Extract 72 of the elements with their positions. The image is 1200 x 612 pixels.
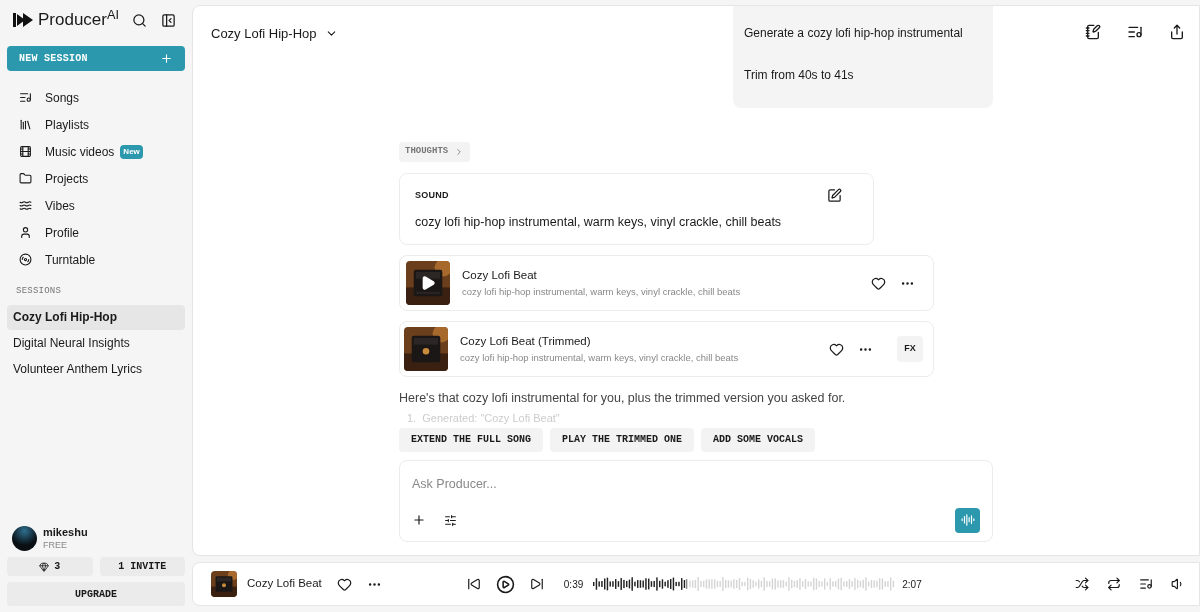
nav-icon bbox=[19, 253, 32, 266]
message-text: Generate a cozy lofi hip-hop instrumental bbox=[744, 25, 964, 42]
suggestion-chip[interactable]: ADD SOME VOCALS bbox=[701, 427, 816, 452]
nav-item[interactable]: Vibes bbox=[7, 192, 185, 219]
suggestion-chip[interactable]: PLAY THE TRIMMED ONE bbox=[550, 427, 695, 452]
notebook-icon[interactable] bbox=[1085, 24, 1101, 40]
plan-label: FREE bbox=[43, 539, 68, 551]
collapse-sidebar-button[interactable] bbox=[161, 12, 176, 28]
nav-item[interactable]: Songs bbox=[7, 84, 185, 111]
user-name: mikeshu bbox=[43, 526, 88, 539]
avatar bbox=[12, 526, 37, 551]
heart-icon[interactable] bbox=[829, 341, 844, 357]
search-button[interactable] bbox=[132, 12, 147, 28]
play-icon[interactable] bbox=[495, 574, 515, 594]
queue-icon[interactable] bbox=[1139, 577, 1153, 591]
shuffle-icon[interactable] bbox=[1075, 577, 1089, 591]
prompt-box[interactable]: Ask Producer... bbox=[399, 459, 993, 542]
nav-icon bbox=[19, 226, 32, 239]
sessions-heading: SESSIONS bbox=[15, 285, 62, 298]
nav-item[interactable]: Profile bbox=[7, 219, 185, 246]
sound-label: SOUND bbox=[415, 188, 449, 202]
nav-item[interactable]: Projects bbox=[7, 165, 185, 192]
session-title: Cozy Lofi Hip-Hop bbox=[211, 25, 317, 43]
waveform[interactable] bbox=[593, 574, 897, 594]
play-icon[interactable] bbox=[420, 275, 436, 291]
player-track-title: Cozy Lofi Beat bbox=[247, 576, 322, 592]
track-card[interactable]: Cozy Lofi Beat cozy lofi hip-hop instrumental, warm keys, vinyl crackle, chill beats bbox=[399, 255, 934, 311]
track-title: Cozy Lofi Beat bbox=[462, 268, 538, 284]
heart-icon[interactable] bbox=[336, 576, 352, 592]
nav-item[interactable]: Turntable bbox=[7, 246, 185, 273]
thoughts-toggle[interactable]: THOUGHTS bbox=[399, 142, 471, 162]
track-description: cozy lofi hip-hop instrumental, warm keys, vinyl crackle, chill beats bbox=[460, 350, 739, 365]
repeat-icon[interactable] bbox=[1107, 577, 1121, 591]
message-text: Trim from 40s to 41s bbox=[744, 67, 855, 84]
logo-icon bbox=[13, 13, 33, 27]
gem-icon bbox=[39, 561, 50, 572]
fx-button[interactable]: FX bbox=[897, 336, 923, 362]
nav-item[interactable]: Music videos New bbox=[7, 138, 185, 165]
queue-icon[interactable] bbox=[1127, 24, 1143, 40]
nav-icon bbox=[19, 91, 32, 104]
nav-item[interactable]: Playlists bbox=[7, 111, 185, 138]
plus-icon bbox=[160, 52, 173, 65]
suggestion-chip[interactable]: EXTEND THE FULL SONG bbox=[399, 427, 544, 452]
next-icon[interactable] bbox=[529, 577, 544, 591]
prompt-input[interactable]: Ask Producer... bbox=[412, 474, 980, 494]
reply-text: Here's that cozy lofi instrumental for you, plus the trimmed version you asked for. bbox=[399, 390, 847, 407]
new-badge: New bbox=[120, 144, 143, 159]
session-item[interactable]: Cozy Lofi Hip-Hop bbox=[7, 304, 185, 330]
logo: Producer$^{AI}$ bbox=[38, 7, 120, 32]
nav-icon bbox=[19, 118, 32, 131]
heart-icon[interactable] bbox=[871, 275, 886, 291]
audio-wave-icon bbox=[960, 513, 975, 528]
voice-button[interactable] bbox=[955, 507, 980, 533]
session-item[interactable]: Digital Neural Insights bbox=[7, 330, 185, 356]
track-description: cozy lofi hip-hop instrumental, warm keys, vinyl crackle, chill beats bbox=[462, 284, 741, 299]
add-icon[interactable] bbox=[412, 513, 426, 528]
track-card[interactable]: Cozy Lofi Beat (Trimmed) cozy lofi hip-hop instrumental, warm keys, vinyl crackle, chill beats FX bbox=[399, 321, 934, 377]
upgrade-button[interactable]: UPGRADE bbox=[7, 582, 185, 606]
duration: 2:07 bbox=[902, 577, 922, 592]
credits-button[interactable]: 3 bbox=[7, 557, 93, 576]
share-icon[interactable] bbox=[1169, 24, 1185, 40]
nav-icon bbox=[19, 199, 32, 212]
track-title: Cozy Lofi Beat (Trimmed) bbox=[460, 334, 592, 350]
elapsed-time: 0:39 bbox=[563, 577, 584, 592]
nav-icon bbox=[19, 145, 32, 158]
invite-button[interactable]: 1 INVITE bbox=[99, 557, 185, 576]
session-item[interactable]: Volunteer Anthem Lyrics bbox=[7, 356, 185, 382]
nav-icon bbox=[19, 172, 32, 185]
settings-icon[interactable] bbox=[444, 513, 457, 527]
previous-icon[interactable] bbox=[466, 577, 481, 591]
edit-icon[interactable] bbox=[827, 188, 842, 203]
sound-text: cozy lofi hip-hop instrumental, warm keys, vinyl crackle, chill beats bbox=[415, 214, 783, 231]
